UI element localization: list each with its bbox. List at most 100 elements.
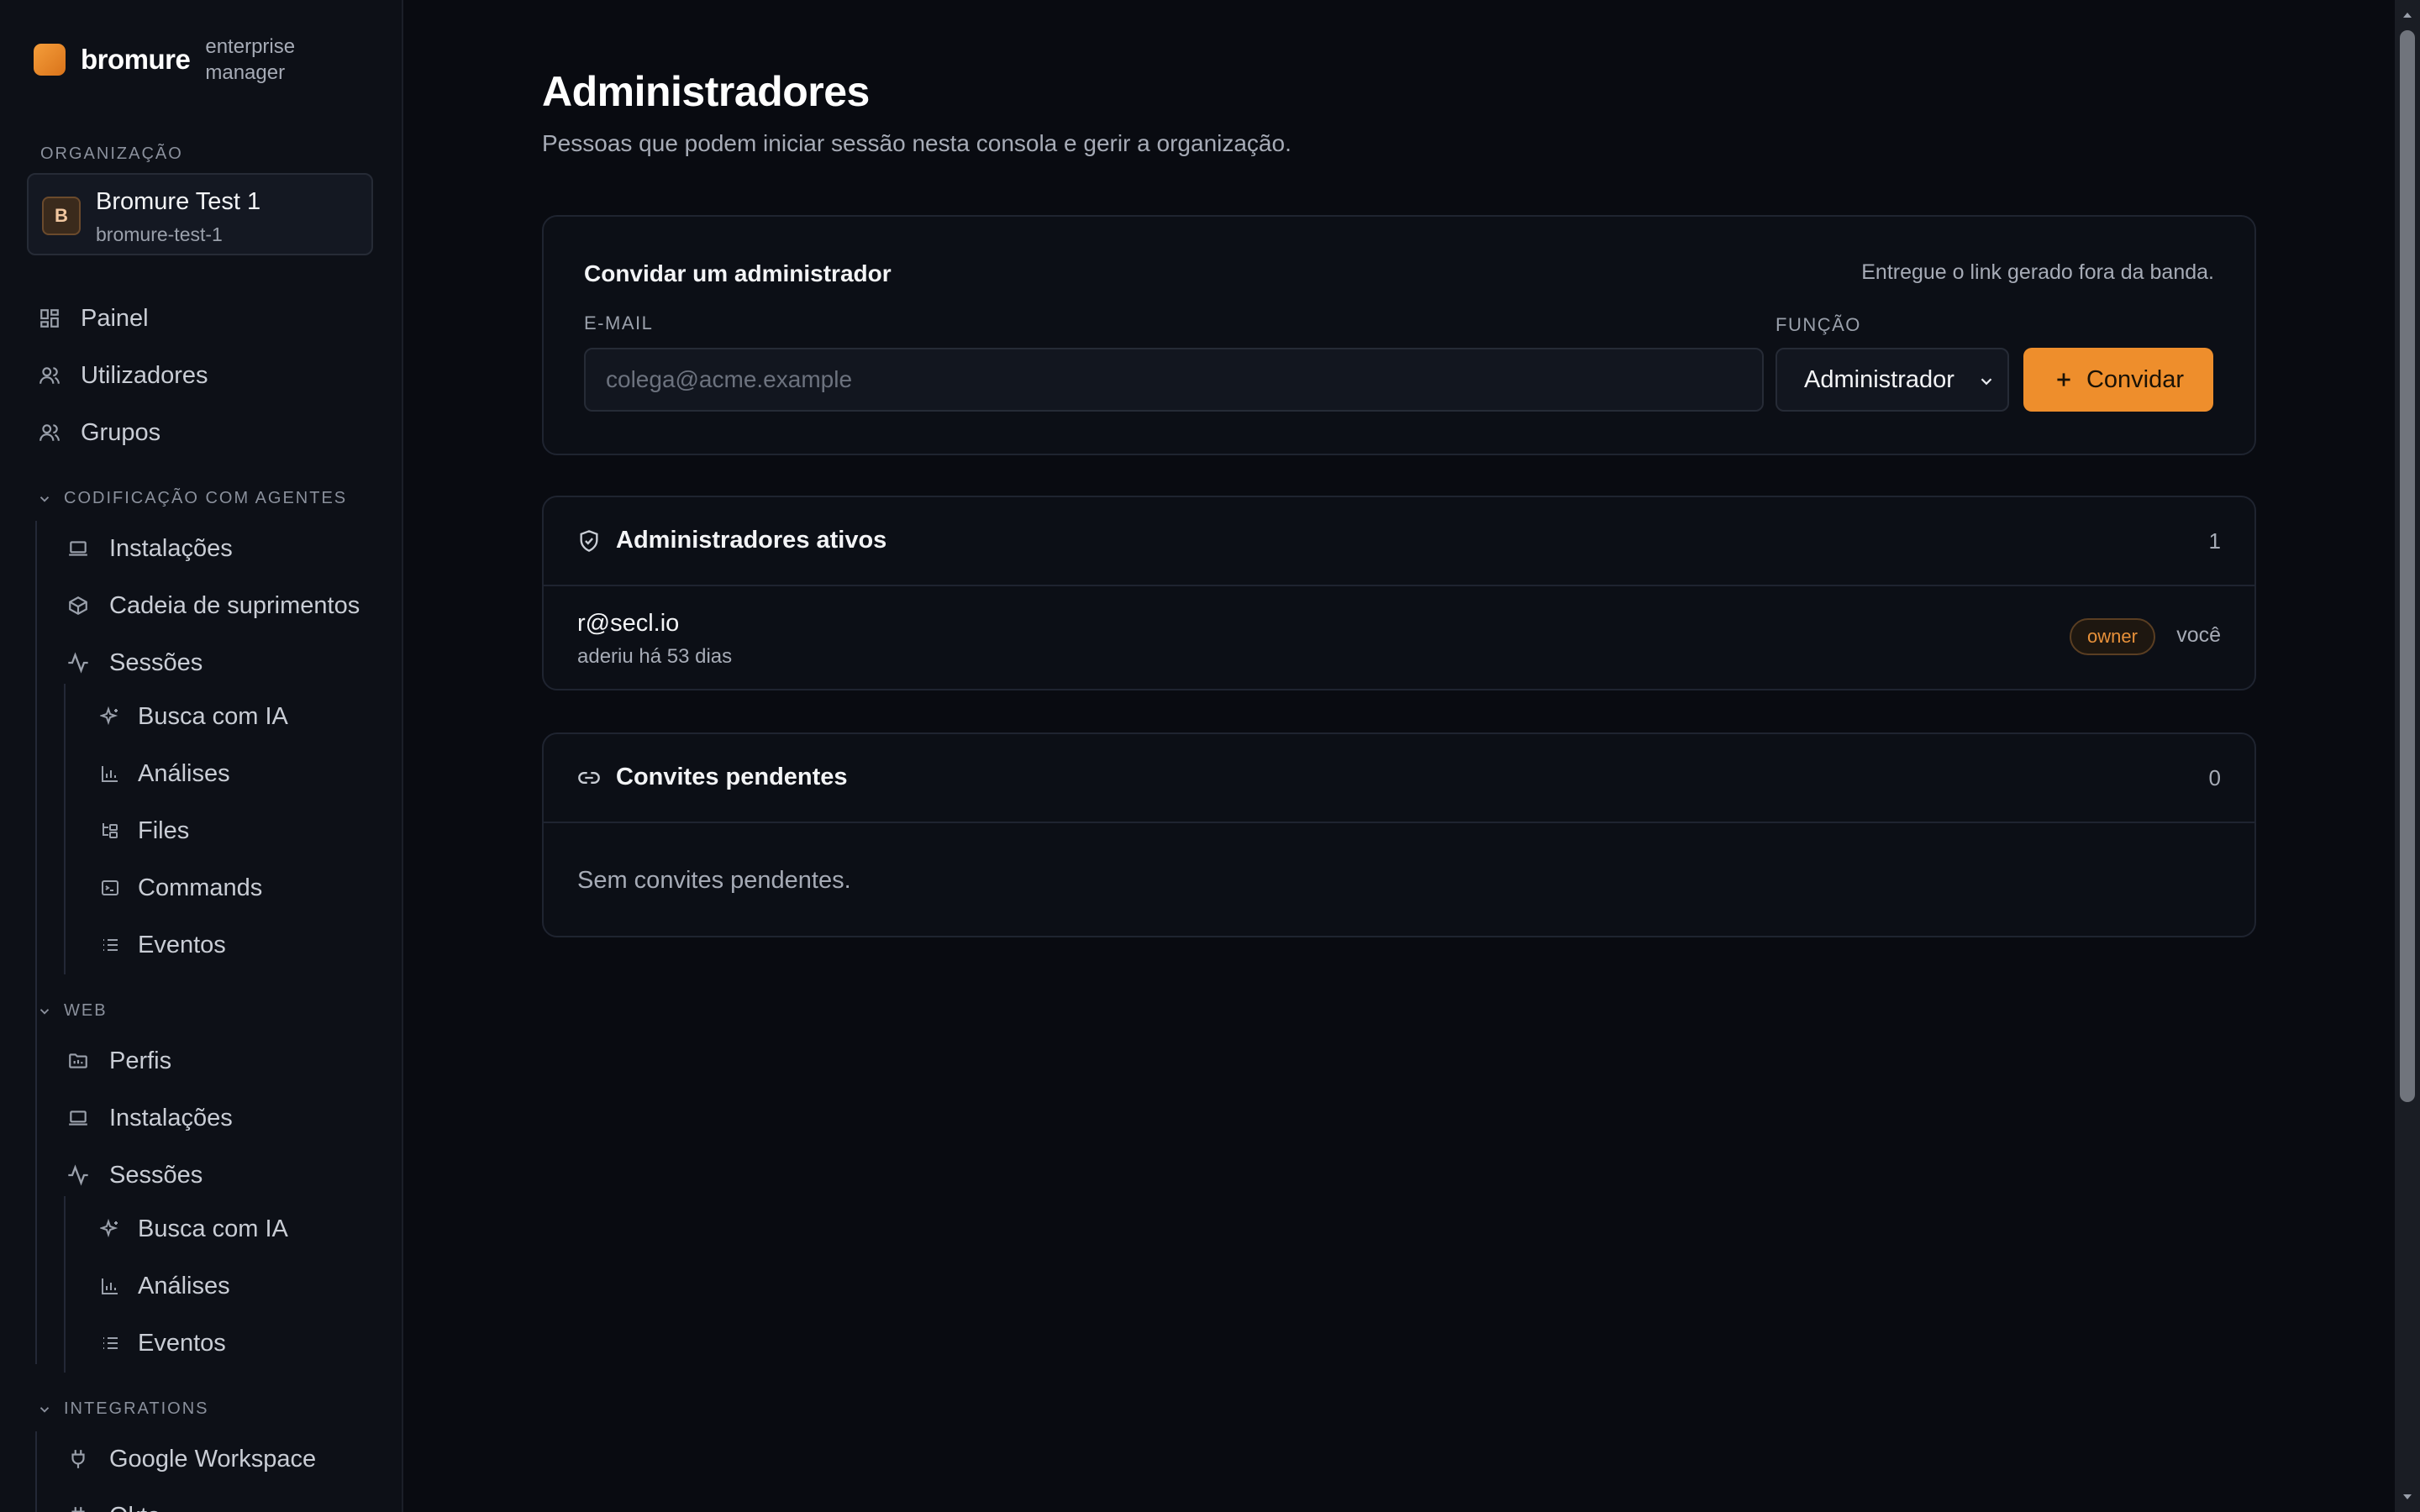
nav-item-commands[interactable]: Commands	[99, 867, 262, 909]
plug-icon	[66, 1504, 91, 1512]
group-divider	[35, 521, 37, 1364]
org-avatar: B	[42, 197, 81, 235]
laptop-icon	[66, 536, 91, 561]
list-icon	[99, 1332, 121, 1354]
role-badge: owner	[2070, 618, 2155, 655]
invite-hint: Entregue o link gerado fora da banda.	[1861, 260, 2214, 284]
bar-chart-icon	[99, 763, 121, 785]
email-input[interactable]	[584, 348, 1764, 412]
scroll-down-arrow-icon[interactable]	[2401, 1490, 2414, 1504]
brand-subtitle: enterprise manager	[205, 35, 296, 84]
laptop-icon	[66, 1105, 91, 1131]
link-icon	[577, 766, 601, 790]
group-toggle-web[interactable]: WEB	[37, 1001, 108, 1021]
sparkles-icon	[99, 706, 121, 727]
nav-item-cadeia-suprimentos[interactable]: Cadeia de suprimentos	[66, 585, 360, 627]
current-user-note: você	[2176, 623, 2221, 647]
admin-email: r@secl.io	[577, 610, 680, 637]
nav-item-eventos-web[interactable]: Eventos	[99, 1322, 226, 1364]
nav-item-files[interactable]: Files	[99, 810, 189, 852]
brand-name: bromure	[81, 44, 191, 75]
nav-item-analises[interactable]: Análises	[99, 753, 230, 795]
nav-item-analises-web[interactable]: Análises	[99, 1265, 230, 1307]
empty-state-text: Sem convites pendentes.	[577, 867, 851, 894]
invite-button-label: Convidar	[2086, 365, 2185, 393]
nav-item-instalacoes-web[interactable]: Instalações	[66, 1097, 233, 1139]
nav-item-okta[interactable]: Okta	[66, 1495, 160, 1512]
nav-item-label: Análises	[138, 759, 230, 787]
nav-item-label: Grupos	[81, 418, 161, 446]
nav-item-label: Google Workspace	[109, 1445, 317, 1473]
org-section-label: ORGANIZAÇÃO	[40, 144, 183, 163]
list-icon	[99, 934, 121, 956]
nav-item-sessoes-web[interactable]: Sessões	[66, 1154, 203, 1196]
nav-item-label: Painel	[81, 304, 149, 332]
nav-item-label: Instalações	[109, 1104, 233, 1131]
chevron-down-icon	[37, 1402, 52, 1417]
group-divider	[35, 1431, 37, 1512]
dashboard-icon	[37, 306, 62, 331]
nav-item-eventos[interactable]: Eventos	[99, 924, 226, 966]
nav-item-label: Sessões	[109, 648, 203, 676]
nav-item-utilizadores[interactable]: Utilizadores	[37, 354, 208, 396]
nav-item-label: Instalações	[109, 534, 233, 562]
bar-chart-icon	[99, 1275, 121, 1297]
terminal-icon	[99, 877, 121, 899]
invite-card: Convidar um administrador Entregue o lin…	[542, 215, 2256, 455]
group-label: CODIFICAÇÃO COM AGENTES	[64, 489, 348, 507]
nav-item-label: Okta	[109, 1503, 160, 1512]
nav-item-label: Busca com IA	[138, 1215, 288, 1242]
package-icon	[66, 593, 91, 618]
scroll-up-arrow-icon[interactable]	[2401, 8, 2414, 22]
page-scrollbar[interactable]	[2395, 0, 2420, 1512]
pending-invites-count: 0	[2208, 765, 2221, 790]
activity-icon	[66, 1163, 91, 1188]
pending-invites-card: Convites pendentes 0 Sem convites penden…	[542, 732, 2256, 937]
group-toggle-coding[interactable]: CODIFICAÇÃO COM AGENTES	[37, 489, 347, 508]
chevron-down-icon	[1977, 372, 1996, 391]
invite-button[interactable]: Convidar	[2023, 348, 2213, 412]
email-label: E-MAIL	[584, 312, 654, 333]
active-admins-count: 1	[2208, 528, 2221, 554]
nav-item-painel[interactable]: Painel	[37, 297, 149, 339]
active-admins-header: Administradores ativos 1	[544, 497, 2254, 586]
group-label: INTEGRATIONS	[64, 1399, 209, 1418]
nav-item-perfis[interactable]: Perfis	[66, 1040, 171, 1082]
subgroup-divider	[64, 684, 66, 974]
chevron-down-icon	[37, 1004, 52, 1019]
org-switcher[interactable]: B Bromure Test 1 bromure-test-1	[27, 173, 373, 255]
folder-icon	[66, 1048, 91, 1074]
nav-item-label: Análises	[138, 1272, 230, 1299]
nav-item-label: Utilizadores	[81, 361, 208, 389]
nav-item-grupos[interactable]: Grupos	[37, 412, 160, 454]
page-subtitle: Pessoas que podem iniciar sessão nesta c…	[542, 130, 1292, 156]
group-toggle-integrations[interactable]: INTEGRATIONS	[37, 1399, 209, 1419]
nav-item-google-workspace[interactable]: Google Workspace	[66, 1438, 316, 1480]
invite-title: Convidar um administrador	[584, 260, 892, 286]
active-admins-card: Administradores ativos 1 r@secl.io aderi…	[542, 496, 2256, 690]
nav-item-sessoes[interactable]: Sessões	[66, 642, 203, 684]
nav-item-label: Cadeia de suprimentos	[109, 591, 360, 619]
chevron-down-icon	[37, 491, 52, 507]
role-select[interactable]: Administrador	[1776, 348, 2009, 412]
activity-icon	[66, 650, 91, 675]
nav-item-label: Eventos	[138, 1329, 226, 1357]
nav-item-instalacoes[interactable]: Instalações	[66, 528, 233, 570]
role-label: FUNÇÃO	[1776, 314, 1861, 335]
scrollbar-thumb[interactable]	[2400, 30, 2415, 1102]
plus-icon	[2053, 369, 2075, 391]
pending-invites-title: Convites pendentes	[616, 764, 848, 790]
brand[interactable]: bromure enterprise manager	[34, 34, 323, 86]
nav-item-busca-ia-web[interactable]: Busca com IA	[99, 1208, 288, 1250]
subgroup-divider	[64, 1196, 66, 1373]
org-name: Bromure Test 1	[96, 188, 261, 215]
nav-item-busca-ia[interactable]: Busca com IA	[99, 696, 288, 738]
sparkles-icon	[99, 1218, 121, 1240]
plug-icon	[66, 1446, 91, 1472]
group-label: WEB	[64, 1001, 108, 1020]
brand-logo	[34, 44, 66, 76]
nav-item-label: Sessões	[109, 1161, 203, 1189]
users-group-icon	[37, 420, 62, 445]
nav-item-label: Commands	[138, 874, 263, 901]
main-content: Administradores Pessoas que podem inicia…	[402, 0, 2395, 1512]
